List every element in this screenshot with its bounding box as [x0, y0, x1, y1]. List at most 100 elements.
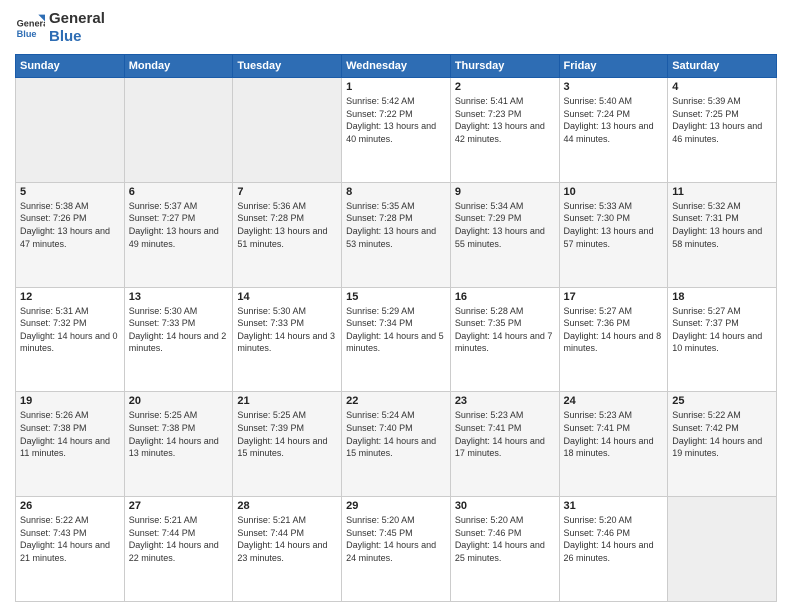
day-cell: 26Sunrise: 5:22 AMSunset: 7:43 PMDayligh…	[16, 497, 125, 602]
day-info: Sunrise: 5:25 AMSunset: 7:38 PMDaylight:…	[129, 409, 229, 459]
day-cell: 7 Sunrise: 5:36 AMSunset: 7:28 PMDaylight…	[233, 182, 342, 287]
day-info: Sunrise: 5:23 AMSunset: 7:41 PMDaylight:…	[564, 409, 664, 459]
day-cell: 2Sunrise: 5:41 AMSunset: 7:23 PMDaylight…	[450, 78, 559, 183]
day-cell: 11Sunrise: 5:32 AMSunset: 7:31 PMDayligh…	[668, 182, 777, 287]
day-number: 2	[455, 81, 555, 93]
day-number: 31	[564, 500, 664, 512]
day-info: Sunrise: 5:20 AMSunset: 7:45 PMDaylight:…	[346, 514, 446, 564]
day-cell: 10 Sunrise: 5:33 AMSunset: 7:30 PMDayligh…	[559, 182, 668, 287]
day-info: Sunrise: 5:42 AMSunset: 7:22 PMDaylight:…	[346, 95, 446, 145]
day-cell: 31 Sunrise: 5:20 AMSunset: 7:46 PMDayligh…	[559, 497, 668, 602]
day-info: Sunrise: 5:36 AMSunset: 7:28 PMDaylight:…	[237, 200, 337, 250]
day-number: 4	[672, 81, 772, 93]
day-number: 21	[237, 395, 337, 407]
day-info: Sunrise: 5:21 AMSunset: 7:44 PMDaylight:…	[237, 514, 337, 564]
day-number: 22	[346, 395, 446, 407]
day-cell: 21 Sunrise: 5:25 AMSunset: 7:39 PMDayligh…	[233, 392, 342, 497]
day-cell: 4 Sunrise: 5:39 AMSunset: 7:25 PMDaylight…	[668, 78, 777, 183]
day-number: 3	[564, 81, 664, 93]
col-friday: Friday	[559, 55, 668, 78]
day-info: Sunrise: 5:32 AMSunset: 7:31 PMDaylight:…	[672, 200, 772, 250]
day-info: Sunrise: 5:31 AMSunset: 7:32 PMDaylight:…	[20, 305, 120, 355]
day-number: 20	[129, 395, 229, 407]
logo-general-text: General	[49, 10, 105, 28]
day-info: Sunrise: 5:22 AMSunset: 7:43 PMDaylight:…	[20, 514, 120, 564]
day-cell	[16, 78, 125, 183]
logo: General Blue General Blue	[15, 10, 105, 46]
col-wednesday: Wednesday	[342, 55, 451, 78]
day-number: 13	[129, 291, 229, 303]
day-cell: 18Sunrise: 5:27 AMSunset: 7:37 PMDayligh…	[668, 287, 777, 392]
day-cell: 6 Sunrise: 5:37 AMSunset: 7:27 PMDaylight…	[124, 182, 233, 287]
day-number: 25	[672, 395, 772, 407]
col-sunday: Sunday	[16, 55, 125, 78]
day-cell	[233, 78, 342, 183]
week-row-3: 12 Sunrise: 5:31 AMSunset: 7:32 PMDayligh…	[16, 287, 777, 392]
day-cell: 5 Sunrise: 5:38 AMSunset: 7:26 PMDaylight…	[16, 182, 125, 287]
day-number: 23	[455, 395, 555, 407]
day-info: Sunrise: 5:30 AMSunset: 7:33 PMDaylight:…	[237, 305, 337, 355]
day-cell: 8Sunrise: 5:35 AMSunset: 7:28 PMDaylight…	[342, 182, 451, 287]
day-number: 28	[237, 500, 337, 512]
col-saturday: Saturday	[668, 55, 777, 78]
day-info: Sunrise: 5:21 AMSunset: 7:44 PMDaylight:…	[129, 514, 229, 564]
day-cell: 30Sunrise: 5:20 AMSunset: 7:46 PMDayligh…	[450, 497, 559, 602]
day-number: 29	[346, 500, 446, 512]
day-info: Sunrise: 5:27 AMSunset: 7:36 PMDaylight:…	[564, 305, 664, 355]
day-cell: 14 Sunrise: 5:30 AMSunset: 7:33 PMDayligh…	[233, 287, 342, 392]
week-row-2: 5 Sunrise: 5:38 AMSunset: 7:26 PMDaylight…	[16, 182, 777, 287]
col-thursday: Thursday	[450, 55, 559, 78]
logo-blue-text: Blue	[49, 28, 105, 46]
day-number: 5	[20, 186, 120, 198]
day-cell: 17 Sunrise: 5:27 AMSunset: 7:36 PMDayligh…	[559, 287, 668, 392]
day-cell: 23 Sunrise: 5:23 AMSunset: 7:41 PMDayligh…	[450, 392, 559, 497]
day-info: Sunrise: 5:20 AMSunset: 7:46 PMDaylight:…	[564, 514, 664, 564]
header-row: Sunday Monday Tuesday Wednesday Thursday…	[16, 55, 777, 78]
day-cell: 29 Sunrise: 5:20 AMSunset: 7:45 PMDayligh…	[342, 497, 451, 602]
day-number: 7	[237, 186, 337, 198]
day-number: 15	[346, 291, 446, 303]
day-info: Sunrise: 5:39 AMSunset: 7:25 PMDaylight:…	[672, 95, 772, 145]
day-number: 17	[564, 291, 664, 303]
day-info: Sunrise: 5:22 AMSunset: 7:42 PMDaylight:…	[672, 409, 772, 459]
day-number: 9	[455, 186, 555, 198]
day-cell: 16 Sunrise: 5:28 AMSunset: 7:35 PMDayligh…	[450, 287, 559, 392]
day-info: Sunrise: 5:28 AMSunset: 7:35 PMDaylight:…	[455, 305, 555, 355]
day-info: Sunrise: 5:37 AMSunset: 7:27 PMDaylight:…	[129, 200, 229, 250]
day-number: 16	[455, 291, 555, 303]
day-number: 27	[129, 500, 229, 512]
svg-text:General: General	[17, 18, 45, 28]
day-info: Sunrise: 5:33 AMSunset: 7:30 PMDaylight:…	[564, 200, 664, 250]
day-number: 1	[346, 81, 446, 93]
day-info: Sunrise: 5:23 AMSunset: 7:41 PMDaylight:…	[455, 409, 555, 459]
day-cell: 22Sunrise: 5:24 AMSunset: 7:40 PMDayligh…	[342, 392, 451, 497]
day-cell: 20 Sunrise: 5:25 AMSunset: 7:38 PMDayligh…	[124, 392, 233, 497]
day-number: 8	[346, 186, 446, 198]
week-row-1: 1 Sunrise: 5:42 AMSunset: 7:22 PMDaylight…	[16, 78, 777, 183]
day-info: Sunrise: 5:20 AMSunset: 7:46 PMDaylight:…	[455, 514, 555, 564]
col-monday: Monday	[124, 55, 233, 78]
day-info: Sunrise: 5:29 AMSunset: 7:34 PMDaylight:…	[346, 305, 446, 355]
day-number: 6	[129, 186, 229, 198]
day-number: 10	[564, 186, 664, 198]
day-number: 12	[20, 291, 120, 303]
day-info: Sunrise: 5:38 AMSunset: 7:26 PMDaylight:…	[20, 200, 120, 250]
day-number: 14	[237, 291, 337, 303]
day-cell: 3Sunrise: 5:40 AMSunset: 7:24 PMDaylight…	[559, 78, 668, 183]
day-cell	[668, 497, 777, 602]
day-number: 19	[20, 395, 120, 407]
week-row-4: 19Sunrise: 5:26 AMSunset: 7:38 PMDayligh…	[16, 392, 777, 497]
day-cell: 25 Sunrise: 5:22 AMSunset: 7:42 PMDayligh…	[668, 392, 777, 497]
day-cell: 12 Sunrise: 5:31 AMSunset: 7:32 PMDayligh…	[16, 287, 125, 392]
day-cell: 15 Sunrise: 5:29 AMSunset: 7:34 PMDayligh…	[342, 287, 451, 392]
day-cell: 9Sunrise: 5:34 AMSunset: 7:29 PMDaylight…	[450, 182, 559, 287]
calendar-table: Sunday Monday Tuesday Wednesday Thursday…	[15, 54, 777, 602]
day-info: Sunrise: 5:25 AMSunset: 7:39 PMDaylight:…	[237, 409, 337, 459]
page: General Blue General Blue Sunday Monday …	[0, 0, 792, 612]
day-cell: 24Sunrise: 5:23 AMSunset: 7:41 PMDayligh…	[559, 392, 668, 497]
day-cell: 28 Sunrise: 5:21 AMSunset: 7:44 PMDayligh…	[233, 497, 342, 602]
logo-icon: General Blue	[15, 13, 45, 43]
header: General Blue General Blue	[15, 10, 777, 46]
day-info: Sunrise: 5:30 AMSunset: 7:33 PMDaylight:…	[129, 305, 229, 355]
week-row-5: 26Sunrise: 5:22 AMSunset: 7:43 PMDayligh…	[16, 497, 777, 602]
